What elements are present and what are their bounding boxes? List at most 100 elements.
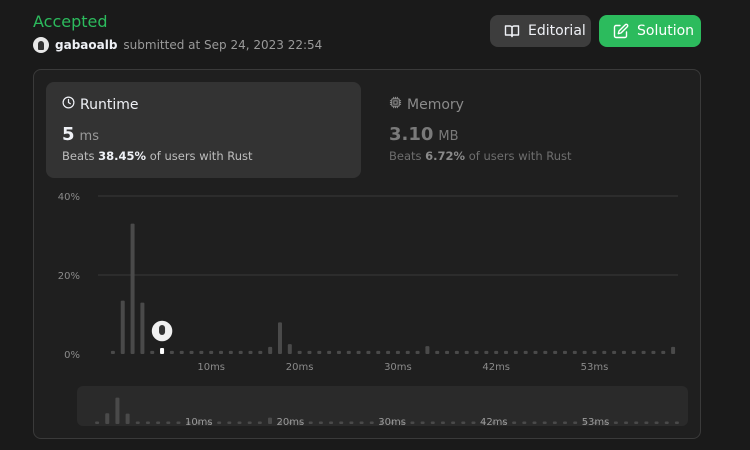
overview-bar (237, 421, 242, 424)
chart-bar (150, 350, 155, 354)
overview-bar (634, 421, 639, 424)
x-tick-label: 30ms (384, 362, 412, 373)
overview-bar (359, 421, 364, 424)
overview-bar (349, 421, 354, 424)
chart-bar (268, 346, 273, 354)
chart-bar (248, 350, 253, 354)
chart-bar (110, 350, 115, 354)
chart-bar (543, 350, 548, 354)
overview-bar (512, 421, 517, 424)
overview-bar (369, 421, 374, 424)
chart-bar (287, 344, 292, 354)
x-tick-label: 10ms (197, 362, 225, 373)
chart-bar (297, 350, 302, 354)
chart-bar (307, 350, 312, 354)
chart-bar (592, 350, 597, 354)
chart-bar (661, 350, 666, 354)
chart-bar (562, 350, 567, 354)
overview-bar (125, 413, 130, 424)
overview-bar (105, 413, 110, 424)
overview-bar (257, 421, 262, 424)
overview-bar (268, 417, 273, 424)
chart-bar (671, 346, 676, 354)
chart-bar (641, 350, 646, 354)
chart-bar (602, 350, 607, 354)
overview-bar (217, 421, 222, 424)
chart-bar (504, 350, 509, 354)
chart-bar (435, 350, 440, 354)
chart-bar (523, 350, 528, 354)
overview-bar (339, 421, 344, 424)
chart-bar (189, 350, 194, 354)
overview-bar (613, 421, 618, 424)
chart-bar (130, 223, 135, 354)
overview-bar (471, 421, 476, 424)
user-bar-highlight (160, 348, 165, 354)
chart-bar (631, 350, 636, 354)
overview-bar (318, 421, 323, 424)
overview-tick-label: 20ms (277, 417, 305, 428)
x-tick-label: 53ms (581, 362, 609, 373)
chart-bar (219, 350, 224, 354)
chart-bar (553, 350, 558, 354)
y-tick-label: 0% (64, 350, 80, 361)
chart-bar (336, 350, 341, 354)
overview-bar (115, 397, 120, 424)
overview-bar (532, 421, 537, 424)
chart-bar (209, 350, 214, 354)
chart-bar (464, 350, 469, 354)
chart-bar (356, 350, 361, 354)
overview-bar (522, 421, 527, 424)
chart-bar (346, 350, 351, 354)
x-tick-label: 20ms (286, 362, 314, 373)
overview-bar (135, 421, 140, 424)
chart-bar (513, 350, 518, 354)
chart-bar (405, 350, 410, 354)
overview-tick-label: 30ms (378, 417, 406, 428)
chart-bar (572, 350, 577, 354)
overview-bar (227, 421, 232, 424)
chart-bar (317, 350, 322, 354)
chart-bar (228, 350, 233, 354)
chart-bar (376, 350, 381, 354)
overview-bar (664, 421, 669, 424)
chart-bar (415, 350, 420, 354)
overview-bar (624, 421, 629, 424)
overview-bar (451, 421, 456, 424)
overview-bar (654, 421, 659, 424)
chart-bar (533, 350, 538, 354)
x-tick-label: 42ms (482, 362, 510, 373)
overview-bar (461, 421, 466, 424)
chart-bar (258, 350, 263, 354)
chart-bar (366, 350, 371, 354)
overview-bar (542, 421, 547, 424)
overview-bar (247, 421, 252, 424)
chart-bar (120, 300, 125, 354)
overview-bar (410, 421, 415, 424)
chart-bar (612, 350, 617, 354)
overview-bar (95, 421, 100, 424)
overview-bar (308, 421, 313, 424)
chart-bar (582, 350, 587, 354)
overview-tick-label: 10ms (185, 417, 213, 428)
chart-bar (238, 350, 243, 354)
overview-bar (145, 421, 150, 424)
chart-bar (425, 346, 430, 354)
y-tick-label: 20% (58, 271, 80, 282)
chart-bar (445, 350, 450, 354)
chart-bar (179, 350, 184, 354)
overview-bar (440, 421, 445, 424)
chart-bar (327, 350, 332, 354)
overview-bar (329, 421, 334, 424)
overview-bar (176, 421, 181, 424)
chart-bar (651, 350, 656, 354)
overview-tick-label: 53ms (582, 417, 610, 428)
chart-bar (454, 350, 459, 354)
overview-bar (573, 421, 578, 424)
overview-bar (563, 421, 568, 424)
chart-bar (199, 350, 204, 354)
chart-bar (140, 302, 145, 354)
chart-bar (386, 350, 391, 354)
overview-tick-label: 42ms (480, 417, 508, 428)
chart-bar (277, 322, 282, 354)
